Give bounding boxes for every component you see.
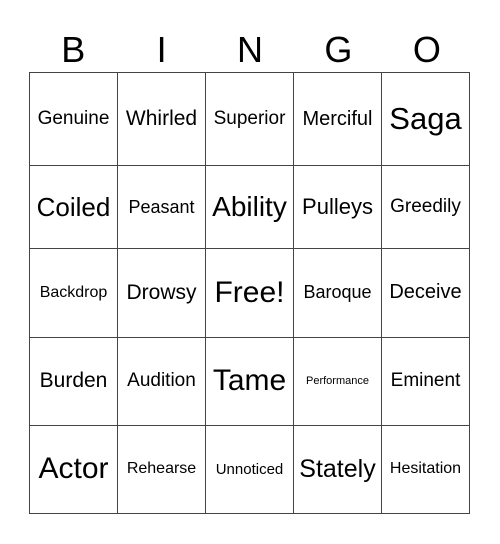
bingo-cell[interactable]: Genuine [29, 71, 118, 167]
bingo-grid: Genuine Whirled Superior Merciful Saga C… [29, 71, 470, 515]
grid-row: Actor Rehearse Unnoticed Stately Hesitat… [29, 424, 470, 515]
header-letter-i: I [156, 29, 167, 70]
header-letter-b: B [61, 29, 86, 70]
bingo-cell[interactable]: Drowsy [117, 248, 206, 338]
bingo-cell[interactable]: Backdrop [29, 248, 118, 338]
bingo-cell[interactable]: Burden [29, 336, 118, 426]
bingo-cell[interactable]: Actor [29, 424, 118, 515]
grid-row: Coiled Peasant Ability Pulleys Greedily [29, 165, 470, 250]
bingo-cell[interactable]: Baroque [293, 248, 382, 338]
header-letter-o: O [412, 29, 441, 70]
header-letter-g: G [324, 29, 353, 70]
bingo-cell[interactable]: Unnoticed [205, 424, 294, 515]
bingo-cell[interactable]: Rehearse [117, 424, 206, 515]
bingo-cell[interactable]: Eminent [381, 336, 470, 426]
bingo-cell[interactable]: Greedily [381, 165, 470, 250]
grid-row: Genuine Whirled Superior Merciful Saga [29, 71, 470, 167]
header-letter-n: N [237, 29, 264, 70]
free-space-cell[interactable]: Free! [205, 248, 294, 338]
bingo-cell[interactable]: Stately [293, 424, 382, 515]
bingo-cell[interactable]: Peasant [117, 165, 206, 250]
bingo-cell[interactable]: Coiled [29, 165, 118, 250]
bingo-cell[interactable]: Merciful [293, 71, 382, 167]
bingo-cell[interactable]: Whirled [117, 71, 206, 167]
bingo-cell[interactable]: Pulleys [293, 165, 382, 250]
bingo-cell[interactable]: Ability [205, 165, 294, 250]
bingo-cell[interactable]: Tame [205, 336, 294, 426]
bingo-cell[interactable]: Deceive [381, 248, 470, 338]
bingo-header: B I N G O [29, 28, 471, 72]
bingo-cell[interactable]: Audition [117, 336, 206, 426]
grid-row: Backdrop Drowsy Free! Baroque Deceive [29, 248, 470, 338]
bingo-cell[interactable]: Hesitation [381, 424, 470, 515]
bingo-cell[interactable]: Superior [205, 71, 294, 167]
bingo-cell[interactable]: Performance [293, 336, 382, 426]
grid-row: Burden Audition Tame Performance Eminent [29, 336, 470, 426]
bingo-cell[interactable]: Saga [381, 71, 470, 167]
